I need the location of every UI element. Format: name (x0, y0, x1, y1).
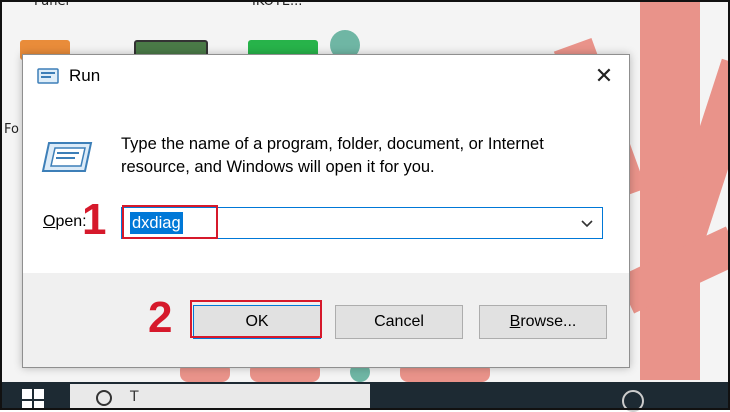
windows-logo-icon[interactable] (22, 389, 44, 411)
taskbar-search-box[interactable]: T (70, 384, 370, 410)
browse-button[interactable]: Browse... (479, 305, 607, 339)
desktop-label-ikote[interactable]: IKOTE... (252, 0, 302, 9)
run-app-icon (37, 68, 59, 84)
highlight-open-input (122, 205, 218, 239)
search-hint: T (130, 389, 139, 405)
dialog-footer: OK Cancel Browse... (23, 273, 629, 367)
open-label: Open: (43, 213, 87, 231)
run-body-icon (41, 142, 93, 172)
desktop-label-side: Fo (4, 122, 19, 137)
chevron-down-icon[interactable] (578, 214, 596, 232)
browse-button-label: rowse... (520, 313, 577, 330)
highlight-ok-button (190, 300, 322, 338)
tray-icon[interactable] (622, 390, 644, 412)
desktop-label-panel[interactable]: Panel (34, 0, 69, 9)
dialog-title: Run (69, 66, 101, 85)
step-2-label: 2 (148, 293, 173, 342)
open-label-accel: O (43, 213, 56, 230)
taskbar: T (0, 382, 730, 412)
cancel-button-label: Cancel (374, 313, 424, 330)
close-icon: ✕ (594, 63, 614, 89)
step-1-label: 1 (82, 195, 107, 244)
dialog-description: Type the name of a program, folder, docu… (121, 135, 544, 176)
cancel-button[interactable]: Cancel (335, 305, 463, 339)
browse-accel: B (509, 313, 521, 330)
title-bar[interactable]: Run ✕ (23, 55, 629, 97)
run-dialog: Run ✕ Type the name of a program, folder… (22, 54, 630, 368)
search-icon (96, 390, 112, 406)
close-button[interactable]: ✕ (589, 61, 619, 91)
